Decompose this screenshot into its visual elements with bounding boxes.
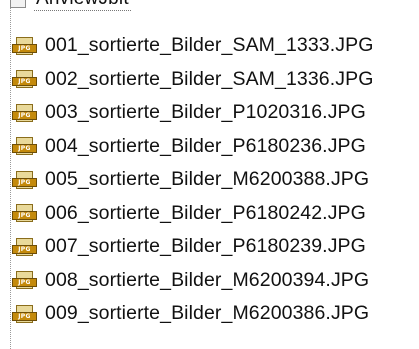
file-item[interactable]: JPG 002_sortierte_Bilder_SAM_1336.JPG: [0, 63, 419, 97]
file-name-label: 005_sortierte_Bilder_M6200388.JPG: [45, 168, 370, 191]
jpg-file-icon: JPG: [12, 170, 39, 189]
jpg-file-icon-badge: JPG: [12, 110, 37, 120]
file-name-label: 009_sortierte_Bilder_M6200386.JPG: [45, 302, 370, 325]
file-name-label: 007_sortierte_Bilder_P6180239.JPG: [45, 235, 366, 258]
file-name-label: 001_sortierte_Bilder_SAM_1333.JPG: [45, 34, 374, 57]
tree-item-label: AnviewJbit: [34, 0, 131, 11]
jpg-file-icon: JPG: [12, 271, 39, 290]
jpg-file-icon: JPG: [12, 36, 39, 55]
file-item[interactable]: JPG 006_sortierte_Bilder_P6180242.JPG: [0, 197, 419, 231]
file-item[interactable]: JPG 008_sortierte_Bilder_M6200394.JPG: [0, 264, 419, 298]
jpg-file-icon-badge: JPG: [12, 77, 37, 87]
file-item[interactable]: JPG 003_sortierte_Bilder_P1020316.JPG: [0, 96, 419, 130]
jpg-file-icon-badge: JPG: [12, 211, 37, 221]
file-name-label: 006_sortierte_Bilder_P6180242.JPG: [45, 201, 366, 224]
file-name-label: 008_sortierte_Bilder_M6200394.JPG: [45, 268, 370, 291]
file-tree-view: AnviewJbit JPG 001_sortierte_Bilder_SAM_1…: [0, 0, 419, 349]
jpg-file-icon-badge: JPG: [12, 177, 37, 187]
file-name-label: 004_sortierte_Bilder_P6180236.JPG: [45, 134, 366, 157]
jpg-file-icon: JPG: [12, 137, 39, 156]
jpg-file-icon: JPG: [12, 70, 39, 89]
file-name-label: 003_sortierte_Bilder_P1020316.JPG: [45, 101, 366, 124]
jpg-file-icon: JPG: [12, 103, 39, 122]
jpg-file-icon-badge: JPG: [12, 144, 37, 154]
file-name-label: 002_sortierte_Bilder_SAM_1336.JPG: [45, 67, 374, 90]
jpg-file-icon-badge: JPG: [12, 244, 37, 254]
file-item[interactable]: JPG 001_sortierte_Bilder_SAM_1333.JPG: [0, 29, 419, 63]
folder-node-icon: [10, 0, 26, 8]
tree-item-parent-folder[interactable]: AnviewJbit: [10, 0, 131, 12]
file-item[interactable]: JPG 009_sortierte_Bilder_M6200386.JPG: [0, 297, 419, 331]
file-item[interactable]: JPG 007_sortierte_Bilder_P6180239.JPG: [0, 230, 419, 264]
jpg-file-icon: JPG: [12, 204, 39, 223]
jpg-file-icon: JPG: [12, 304, 39, 323]
jpg-file-icon-badge: JPG: [12, 311, 37, 321]
jpg-file-icon: JPG: [12, 237, 39, 256]
jpg-file-icon-badge: JPG: [12, 43, 37, 53]
jpg-file-icon-badge: JPG: [12, 278, 37, 288]
file-item[interactable]: JPG 005_sortierte_Bilder_M6200388.JPG: [0, 163, 419, 197]
file-item[interactable]: JPG 004_sortierte_Bilder_P6180236.JPG: [0, 130, 419, 164]
file-list: JPG 001_sortierte_Bilder_SAM_1333.JPG JPG 0…: [0, 29, 419, 331]
